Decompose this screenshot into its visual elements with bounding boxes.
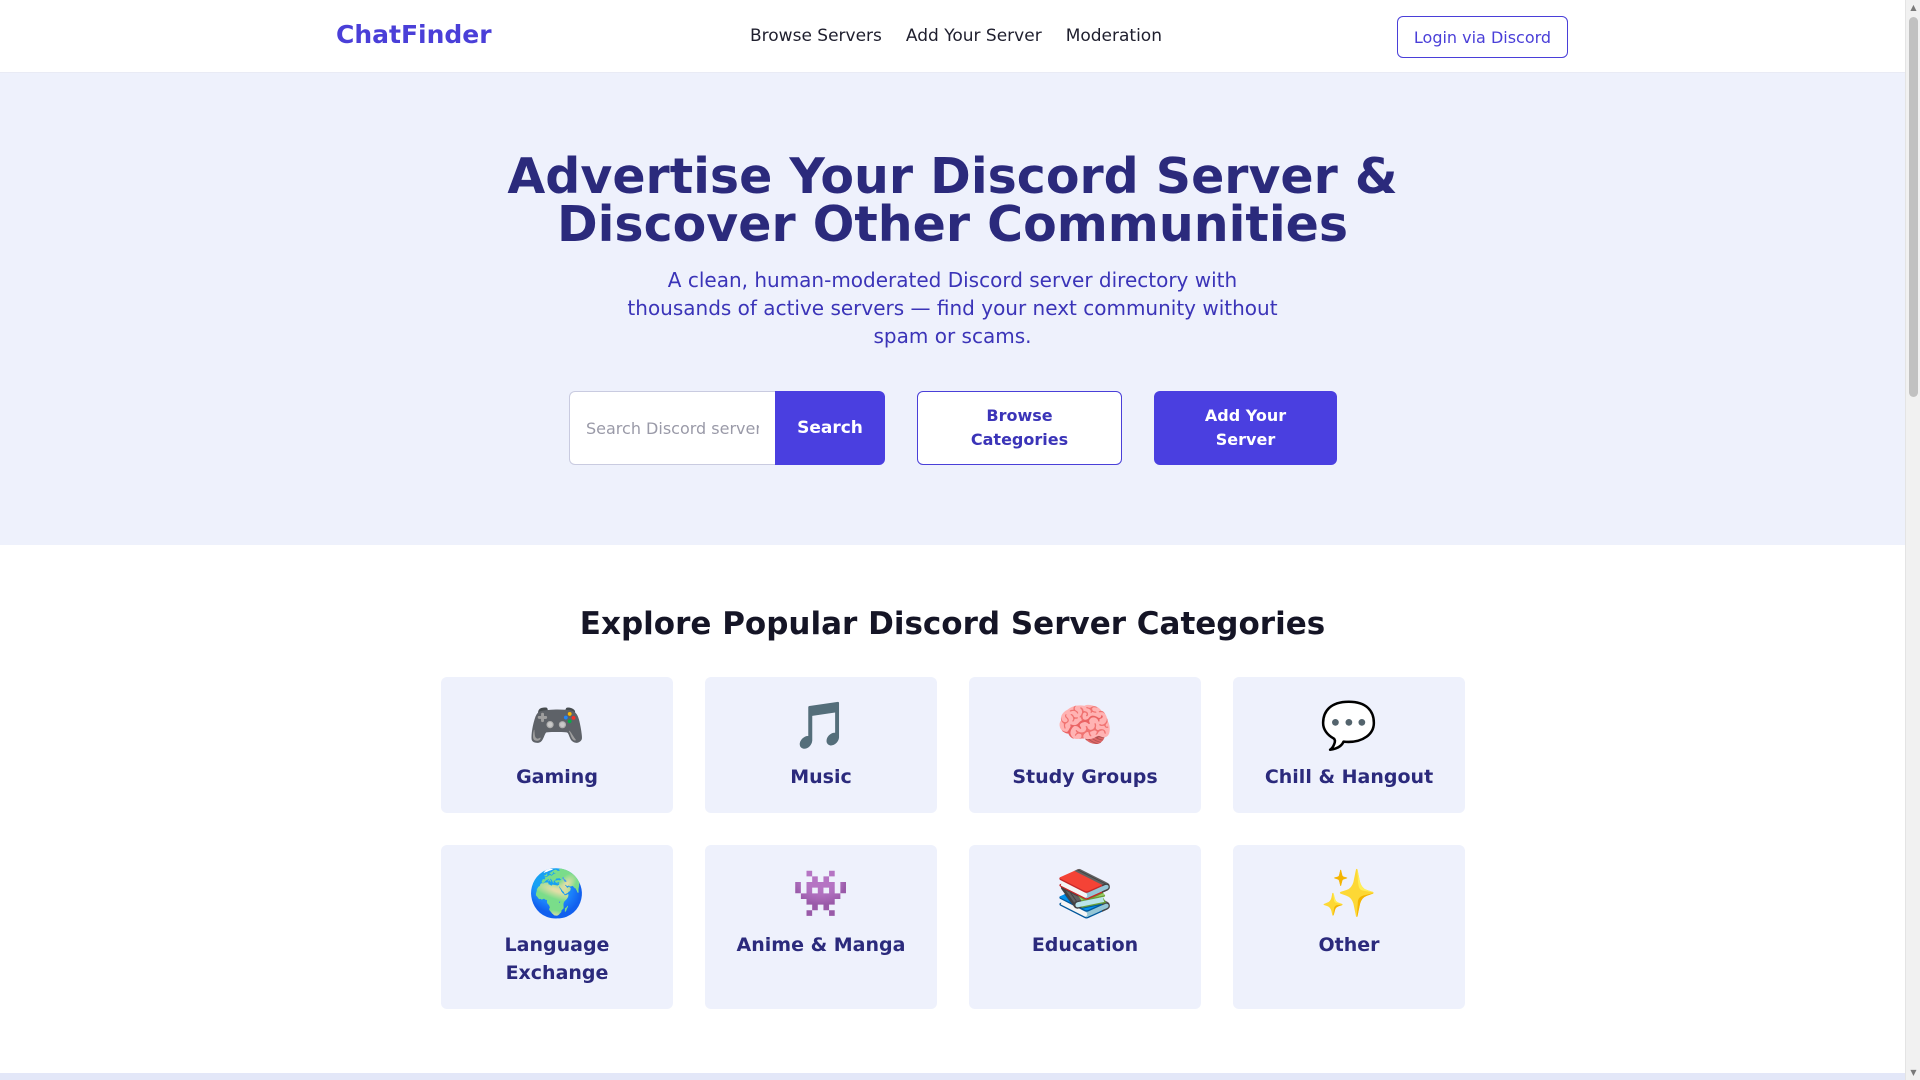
category-card-anime-manga[interactable]: 👾 Anime & Manga <box>705 845 937 1009</box>
category-card-gaming[interactable]: 🎮 Gaming <box>441 677 673 813</box>
nav-moderation[interactable]: Moderation <box>1066 26 1162 46</box>
books-icon: 📚 <box>1056 866 1114 920</box>
game-controller-icon: 🎮 <box>528 698 586 752</box>
category-label: Language Exchange <box>504 934 610 984</box>
category-label: Education <box>1031 934 1139 956</box>
category-label: Chill & Hangout <box>1264 766 1434 788</box>
add-server-button[interactable]: Add Your Server <box>1154 391 1337 465</box>
category-label: Gaming <box>516 766 598 788</box>
hero-subtitle: A clean, human-moderated Discord server … <box>627 268 1278 348</box>
alien-monster-icon: 👾 <box>792 866 850 920</box>
scroll-down-arrow-icon[interactable]: ▼ <box>1906 1065 1920 1080</box>
category-label: Study Groups <box>1012 766 1158 788</box>
speech-bubble-icon: 💬 <box>1320 698 1378 752</box>
search-form: Search <box>569 391 885 465</box>
scroll-up-arrow-icon[interactable]: ▲ <box>1906 0 1920 15</box>
category-card-music[interactable]: 🎵 Music <box>705 677 937 813</box>
page-scrollbar[interactable]: ▲ ▼ <box>1905 0 1920 1080</box>
category-label: Anime & Manga <box>736 934 906 956</box>
category-card-other[interactable]: ✨ Other <box>1233 845 1465 1009</box>
nav-add-your-server[interactable]: Add Your Server <box>906 26 1042 46</box>
page: ChatFinder Browse Servers Add Your Serve… <box>0 0 1905 1080</box>
login-discord-button[interactable]: Login via Discord <box>1397 16 1568 58</box>
hero-title: Advertise Your Discord Server & Discover… <box>0 152 1905 249</box>
scrollbar-thumb[interactable] <box>1909 17 1918 397</box>
category-card-study-groups[interactable]: 🧠 Study Groups <box>969 677 1201 813</box>
browse-categories-button[interactable]: Browse Categories <box>917 391 1122 465</box>
categories-title: Explore Popular Discord Server Categorie… <box>579 606 1326 642</box>
brain-icon: 🧠 <box>1056 698 1114 752</box>
hero-section: Advertise Your Discord Server & Discover… <box>0 73 1905 545</box>
category-label: Other <box>1318 934 1380 956</box>
search-input[interactable] <box>569 391 775 465</box>
category-card-education[interactable]: 📚 Education <box>969 845 1201 1009</box>
music-note-icon: 🎵 <box>792 698 850 752</box>
nav-browse-servers[interactable]: Browse Servers <box>750 26 882 46</box>
search-button[interactable]: Search <box>775 391 885 465</box>
categories-grid: 🎮 Gaming 🎵 Music 🧠 Study Groups 💬 Chill … <box>441 677 1465 1009</box>
brand-logo[interactable]: ChatFinder <box>336 20 492 49</box>
category-card-chill-hangout[interactable]: 💬 Chill & Hangout <box>1233 677 1465 813</box>
category-card-language-exchange[interactable]: 🌍 Language Exchange <box>441 845 673 1009</box>
main-nav: Browse Servers Add Your Server Moderatio… <box>750 26 1162 46</box>
next-section-edge <box>0 1073 1905 1080</box>
category-label: Music <box>790 766 852 788</box>
sparkles-icon: ✨ <box>1320 866 1378 920</box>
site-header: ChatFinder Browse Servers Add Your Serve… <box>0 0 1905 73</box>
hero-title-line2: Discover Other Communities <box>556 196 1349 253</box>
globe-icon: 🌍 <box>528 866 586 920</box>
